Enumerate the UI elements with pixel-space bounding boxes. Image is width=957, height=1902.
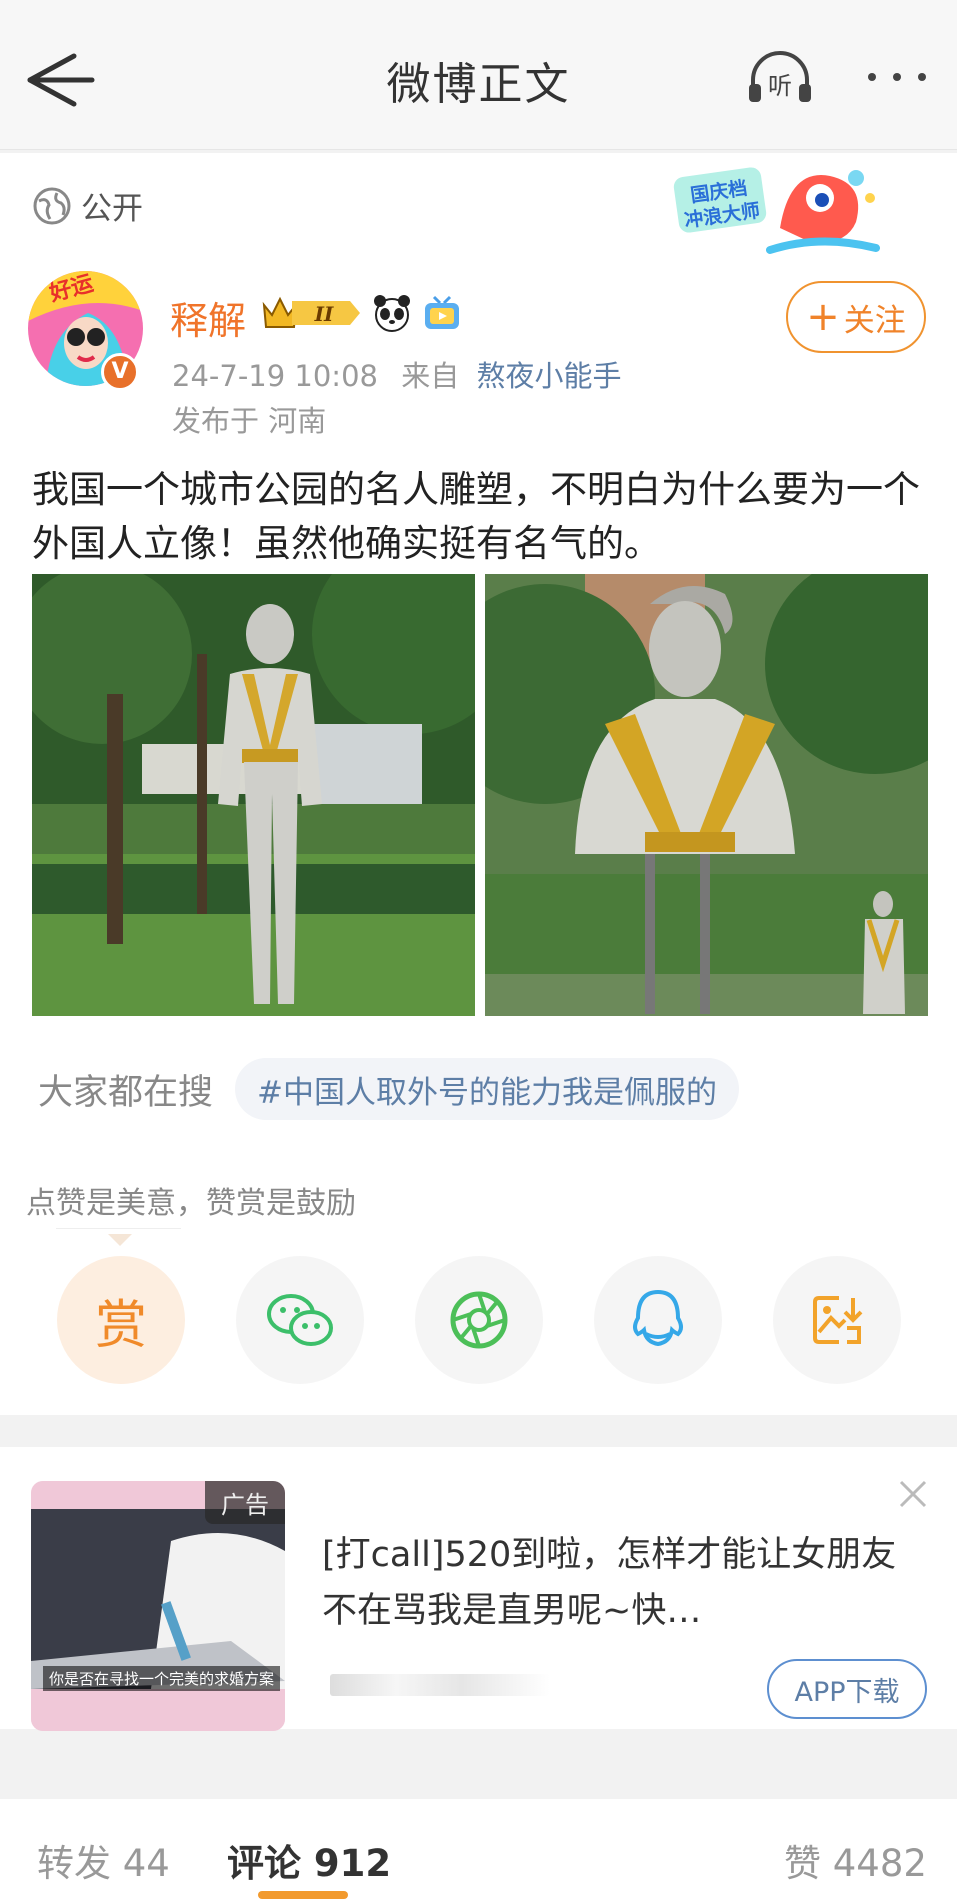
tab-repost[interactable]: 转发 44 <box>37 1833 170 1887</box>
post-meta: 24-7-19 10:08 来自 熬夜小能手 <box>172 353 621 395</box>
active-tab-indicator <box>258 1891 348 1899</box>
post-card: 公开 国庆档 冲浪大师 好运 V 释解 II 24-7-19 10:08 来自 … <box>0 153 957 1415</box>
share-actions: 赏 <box>0 1256 957 1384</box>
post-location: 发布于 河南 <box>172 404 327 438</box>
tip-divider <box>56 1228 181 1229</box>
post-text: 我国一个城市公园的名人雕塑，不明白为什么要为一个外国人立像！虽然他确实挺有名气的… <box>32 468 920 565</box>
tip-caret <box>108 1234 132 1246</box>
trending-topic-chip[interactable]: #中国人取外号的能力我是佩服的 <box>235 1058 739 1120</box>
source-prefix: 来自 <box>401 359 460 393</box>
tv-icon[interactable] <box>422 293 462 333</box>
visibility-label: 公开 <box>81 191 143 227</box>
app-download-button[interactable]: APP下载 <box>767 1659 927 1719</box>
plus-icon: + <box>806 294 840 340</box>
ad-text[interactable]: [打call]520到啦，怎样才能让女朋友不在骂我是直男呢~快… <box>322 1527 902 1639</box>
ad-subtitle-placeholder <box>330 1674 550 1696</box>
trending-search-row: 大家都在搜 #中国人取外号的能力我是佩服的 <box>38 1058 739 1120</box>
tab-comments[interactable]: 评论 912 <box>227 1833 391 1887</box>
qq-share-button[interactable] <box>594 1256 722 1384</box>
visibility-indicator: 公开 <box>33 183 143 228</box>
post-image-1[interactable] <box>32 574 475 1016</box>
ad-caption: 你是否在寻找一个完美的求婚方案 <box>43 1666 281 1691</box>
globe-icon <box>33 187 71 224</box>
moments-share-button[interactable] <box>415 1256 543 1384</box>
trending-label: 大家都在搜 <box>38 1072 214 1113</box>
wechat-share-button[interactable] <box>236 1256 364 1384</box>
ad-tag: 广告 <box>205 1481 285 1524</box>
source-link[interactable]: 熬夜小能手 <box>476 359 621 393</box>
ad-thumbnail[interactable]: 广告 你是否在寻找一个完美的求婚方案 <box>31 1481 285 1731</box>
reward-tip: 点赞是美意，赞赏是鼓励 <box>26 1186 356 1221</box>
post-time: 24-7-19 10:08 <box>172 359 378 393</box>
follow-label: 关注 <box>843 302 906 339</box>
more-options-icon[interactable] <box>862 62 932 92</box>
user-badges: II <box>258 290 462 336</box>
panda-icon[interactable] <box>372 293 412 333</box>
post-image-2[interactable] <box>485 574 928 1016</box>
follow-button[interactable]: + 关注 <box>786 281 926 353</box>
close-icon[interactable] <box>898 1479 928 1509</box>
top-bar: 微博正文 听 <box>0 0 957 150</box>
qq-icon <box>633 1289 683 1347</box>
save-image-icon <box>813 1296 863 1344</box>
interaction-tabs: 转发 44 评论 912 赞 4482 <box>0 1799 957 1902</box>
ad-card[interactable]: 广告 你是否在寻找一个完美的求婚方案 [打call]520到啦，怎样才能让女朋友… <box>0 1447 957 1731</box>
reward-button[interactable]: 赏 <box>57 1256 185 1384</box>
moments-aperture-icon <box>450 1291 508 1349</box>
listen-label: 听 <box>768 72 792 100</box>
vip-crown-icon[interactable]: II <box>258 293 362 333</box>
verified-badge: V <box>101 353 139 391</box>
vip-level-label: II <box>314 302 334 326</box>
campaign-badge-icon[interactable]: 国庆档 冲浪大师 <box>670 158 888 263</box>
save-image-button[interactable] <box>773 1256 901 1384</box>
user-name[interactable]: 释解 <box>170 290 246 345</box>
listen-headphones-icon[interactable]: 听 <box>745 50 815 106</box>
wechat-icon <box>267 1294 333 1346</box>
tab-likes[interactable]: 赞 4482 <box>784 1833 927 1887</box>
